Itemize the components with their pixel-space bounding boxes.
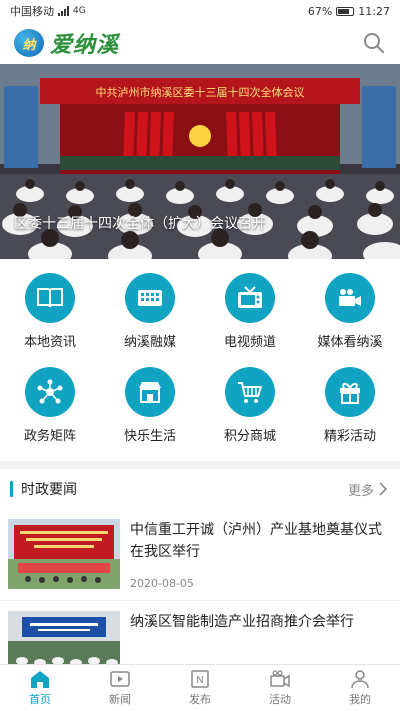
battery-label: 67%	[307, 4, 333, 18]
tab-label: 新闻	[109, 693, 131, 706]
news-title: 纳溪区智能制造产业招商推介会举行	[130, 614, 354, 630]
gift-icon	[325, 367, 375, 417]
shortcut-label: 积分商城	[223, 429, 276, 444]
tab-home[interactable]: 首页	[0, 665, 80, 711]
cart-icon	[225, 367, 275, 417]
app-header: 纳 爱纳溪	[0, 22, 400, 64]
book-icon	[25, 273, 75, 323]
shortcut-label: 本地资讯	[23, 335, 76, 350]
banner-slogan: 中共泸州市纳溪区委十三届十四次全体会议	[96, 85, 305, 99]
carrier-label: 中国移动	[10, 5, 54, 18]
shortcut-local-news[interactable]: 本地资讯	[0, 273, 100, 359]
tab-label: 活动	[269, 693, 291, 706]
tab-label: 我的	[349, 693, 371, 706]
tab-news[interactable]: 新闻	[80, 665, 160, 711]
shortcut-happy-life[interactable]: 快乐生活	[100, 367, 200, 453]
status-bar: 中国移动 4G 67% 11:27	[0, 0, 400, 22]
tv-icon	[225, 273, 275, 323]
shortcut-label: 快乐生活	[123, 429, 176, 444]
shortcut-media[interactable]: 纳溪融媒	[100, 273, 200, 359]
tab-activity[interactable]: 活动	[240, 665, 320, 711]
home-icon	[31, 671, 49, 688]
news-section-header: 时政要闻 更多	[0, 469, 400, 509]
svg-text:N: N	[196, 675, 203, 686]
keyboard-icon	[125, 273, 175, 323]
network-icon	[25, 367, 75, 417]
news-icon	[110, 671, 130, 687]
store-icon	[125, 367, 175, 417]
app-name: 爱纳溪	[50, 32, 120, 58]
banner-caption[interactable]: 区委十三届十四次全体（扩大）会议召开	[14, 213, 266, 233]
shortcut-label: 纳溪融媒	[123, 335, 176, 350]
signal-icon	[58, 6, 69, 16]
section-accent-bar	[10, 481, 13, 497]
chevron-right-icon	[379, 482, 388, 496]
activity-icon	[270, 670, 290, 688]
shortcut-tv[interactable]: 电视频道	[200, 273, 300, 359]
news-item[interactable]: 中信重工开诚（泸州）产业基地奠基仪式在我区举行 2020-08-05	[0, 509, 400, 601]
more-label: 更多	[347, 483, 374, 499]
more-link[interactable]: 更多	[348, 480, 388, 499]
shortcut-label: 政务矩阵	[23, 429, 76, 444]
tab-label: 首页	[29, 693, 51, 706]
shortcut-label: 电视频道	[223, 335, 276, 350]
shortcut-gov-matrix[interactable]: 政务矩阵	[0, 367, 100, 453]
news-title: 中信重工开诚（泸州）产业基地奠基仪式在我区举行	[130, 522, 382, 560]
news-thumbnail	[8, 519, 120, 589]
news-date: 2020-08-05	[130, 577, 194, 590]
clock: 11:27	[358, 4, 390, 18]
shortcut-activities[interactable]: 精彩活动	[300, 367, 400, 453]
shortcut-points-mall[interactable]: 积分商城	[200, 367, 300, 453]
banner-carousel[interactable]: 中共泸州市纳溪区委十三届十四次全体会议 区委十三届十四次全体（扩大）会议召开	[0, 64, 400, 259]
bottom-tab-bar: 首页 新闻 N 发布 活动 我的	[0, 664, 400, 711]
shortcut-label: 媒体看纳溪	[317, 335, 383, 350]
publish-icon: N	[191, 670, 209, 688]
network-label: 4G	[73, 6, 86, 16]
tab-label: 发布	[189, 693, 211, 706]
app-logo: 纳 爱纳溪	[14, 27, 119, 59]
video-camera-icon	[325, 273, 375, 323]
tab-publish[interactable]: N 发布	[160, 665, 240, 711]
section-title: 时政要闻	[21, 482, 77, 498]
shortcut-media-view[interactable]: 媒体看纳溪	[300, 273, 400, 359]
search-icon[interactable]	[362, 31, 386, 55]
shortcut-label: 精彩活动	[323, 429, 376, 444]
user-icon	[351, 670, 369, 689]
section-divider	[0, 461, 400, 469]
logo-icon: 纳	[14, 29, 44, 57]
shortcut-grid: 本地资讯 纳溪融媒 电视频道 媒体看纳溪 政务矩阵 快乐生活 积分商城 精彩活动	[0, 259, 400, 459]
tab-me[interactable]: 我的	[320, 665, 400, 711]
battery-icon	[336, 6, 355, 16]
